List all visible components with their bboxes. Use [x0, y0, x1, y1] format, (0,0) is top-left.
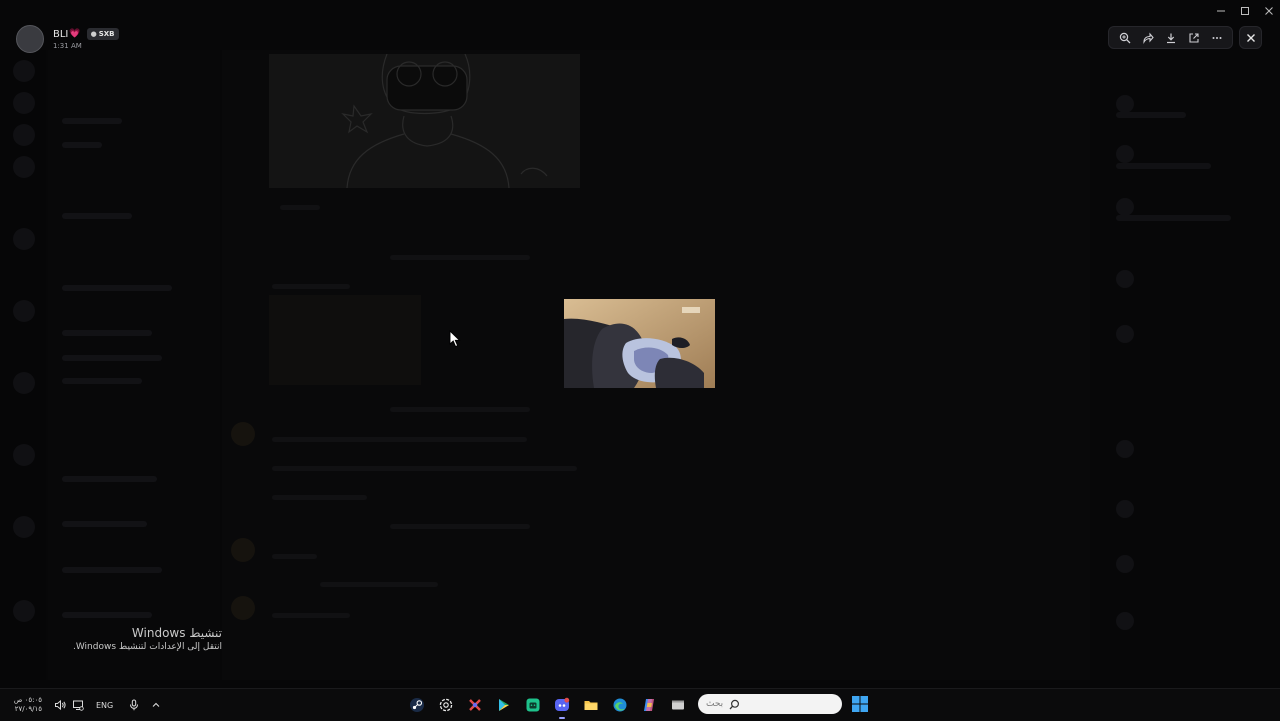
server-icon: [13, 124, 35, 146]
server-icon: [13, 228, 35, 250]
message-line: [272, 466, 577, 471]
server-icon: [13, 300, 35, 322]
message-avatar: [231, 538, 255, 562]
android-icon[interactable]: [522, 694, 544, 716]
attachment-sketch: [269, 54, 580, 188]
channel-row: [62, 476, 157, 482]
edge-icon[interactable]: [609, 694, 631, 716]
system-tray: ٠٥:٠٥ ص ٢٧/٠٩/١٥ ENG: [8, 689, 161, 721]
uploader-info: BLI 💗 ● SXB 1:31 AM: [16, 25, 119, 53]
channel-row: [62, 378, 142, 384]
clock[interactable]: ٠٥:٠٥ ص ٢٧/٠٩/١٥: [8, 696, 42, 714]
message-line: [272, 284, 350, 289]
zoom-icon[interactable]: [1115, 28, 1135, 48]
upload-timestamp: 1:31 AM: [53, 42, 82, 50]
message-line: [390, 524, 530, 529]
channel-row: [62, 330, 152, 336]
member-avatar: [1116, 612, 1134, 630]
activation-subtitle: انتقل إلى الإعدادات لتنشيط Windows.: [72, 642, 222, 652]
server-icon: [13, 60, 35, 82]
tag-icon: ●: [90, 30, 97, 38]
maximize-window-icon[interactable]: [1235, 3, 1255, 19]
download-icon[interactable]: [1161, 28, 1181, 48]
uploader-name[interactable]: BLI: [53, 29, 68, 40]
close-icon: [1246, 33, 1255, 42]
windows-start-icon[interactable]: [851, 695, 869, 713]
media-preview-image[interactable]: [564, 299, 715, 388]
input-language[interactable]: ENG: [96, 701, 113, 710]
server-icon: [13, 600, 35, 622]
taskbar-search[interactable]: بحث: [698, 694, 842, 714]
file-explorer-icon[interactable]: [580, 694, 602, 716]
taskbar-apps: [406, 689, 696, 721]
avatar[interactable]: [16, 25, 44, 53]
gamebar-icon[interactable]: [464, 694, 486, 716]
activation-title: تنشيط Windows: [131, 626, 222, 640]
server-list: [0, 50, 46, 680]
open-external-icon[interactable]: [1184, 28, 1204, 48]
volume-icon[interactable]: [54, 699, 66, 711]
member-avatar: [1116, 198, 1134, 216]
reaction-row: [280, 205, 320, 210]
channel-row: [62, 213, 132, 219]
clock-time: ٠٥:٠٥ ص: [13, 696, 42, 704]
taskbar: ٠٥:٠٥ ص ٢٧/٠٩/١٥ ENG: [0, 688, 1280, 721]
server-icon: [13, 372, 35, 394]
channel-row: [62, 285, 172, 291]
server-icon: [13, 516, 35, 538]
message-avatar: [231, 422, 255, 446]
channel-row: [62, 355, 162, 361]
message-line: [390, 255, 530, 260]
member-avatar: [1116, 270, 1134, 288]
member-avatar: [1116, 555, 1134, 573]
channel-row: [62, 567, 162, 573]
media-toolbar: [1108, 26, 1233, 49]
forward-icon[interactable]: [1138, 28, 1158, 48]
close-window-icon[interactable]: [1259, 3, 1279, 19]
message-line: [272, 495, 367, 500]
server-icon: [13, 444, 35, 466]
channel-row: [62, 118, 122, 124]
network-icon[interactable]: [72, 699, 84, 711]
minimize-window-icon[interactable]: [1211, 3, 1231, 19]
close-viewer-button[interactable]: [1239, 26, 1262, 49]
search-icon: [729, 699, 740, 709]
server-icon: [13, 156, 35, 178]
member-row: [1116, 163, 1211, 169]
steam-icon[interactable]: [406, 694, 428, 716]
search-placeholder: بحث: [706, 699, 724, 709]
member-row: [1116, 215, 1231, 221]
message-line: [320, 582, 438, 587]
member-avatar: [1116, 325, 1134, 343]
chevron-up-icon[interactable]: [151, 700, 161, 710]
mouse-cursor-icon: [449, 330, 461, 348]
windows-activation-watermark: تنشيط Windows انتقل إلى الإعدادات لتنشيط…: [73, 626, 222, 652]
message-line: [272, 554, 317, 559]
member-avatar: [1116, 145, 1134, 163]
microphone-icon[interactable]: [129, 699, 139, 711]
member-avatar: [1116, 440, 1134, 458]
guild-tag-label: SXB: [98, 30, 115, 38]
clock-date: ٢٧/٠٩/١٥: [14, 705, 42, 713]
window-icon[interactable]: [667, 694, 689, 716]
guild-tag-badge: ● SXB: [86, 28, 119, 40]
message-line: [390, 407, 530, 412]
message-avatar: [231, 596, 255, 620]
heart-emoji: 💗: [69, 29, 81, 39]
attachment-thumbnail: [269, 295, 421, 385]
message-line: [272, 437, 527, 442]
channel-row: [62, 521, 147, 527]
copilot-icon[interactable]: [638, 694, 660, 716]
member-avatar: [1116, 95, 1134, 113]
discord-icon[interactable]: [551, 694, 573, 719]
channel-row: [62, 142, 102, 148]
channel-row: [62, 612, 152, 618]
chatgpt-icon[interactable]: [435, 694, 457, 716]
more-icon[interactable]: [1207, 28, 1227, 48]
member-avatar: [1116, 500, 1134, 518]
google-play-games-icon[interactable]: [493, 694, 515, 716]
member-row: [1116, 112, 1186, 118]
server-icon: [13, 92, 35, 114]
message-line: [272, 613, 350, 618]
